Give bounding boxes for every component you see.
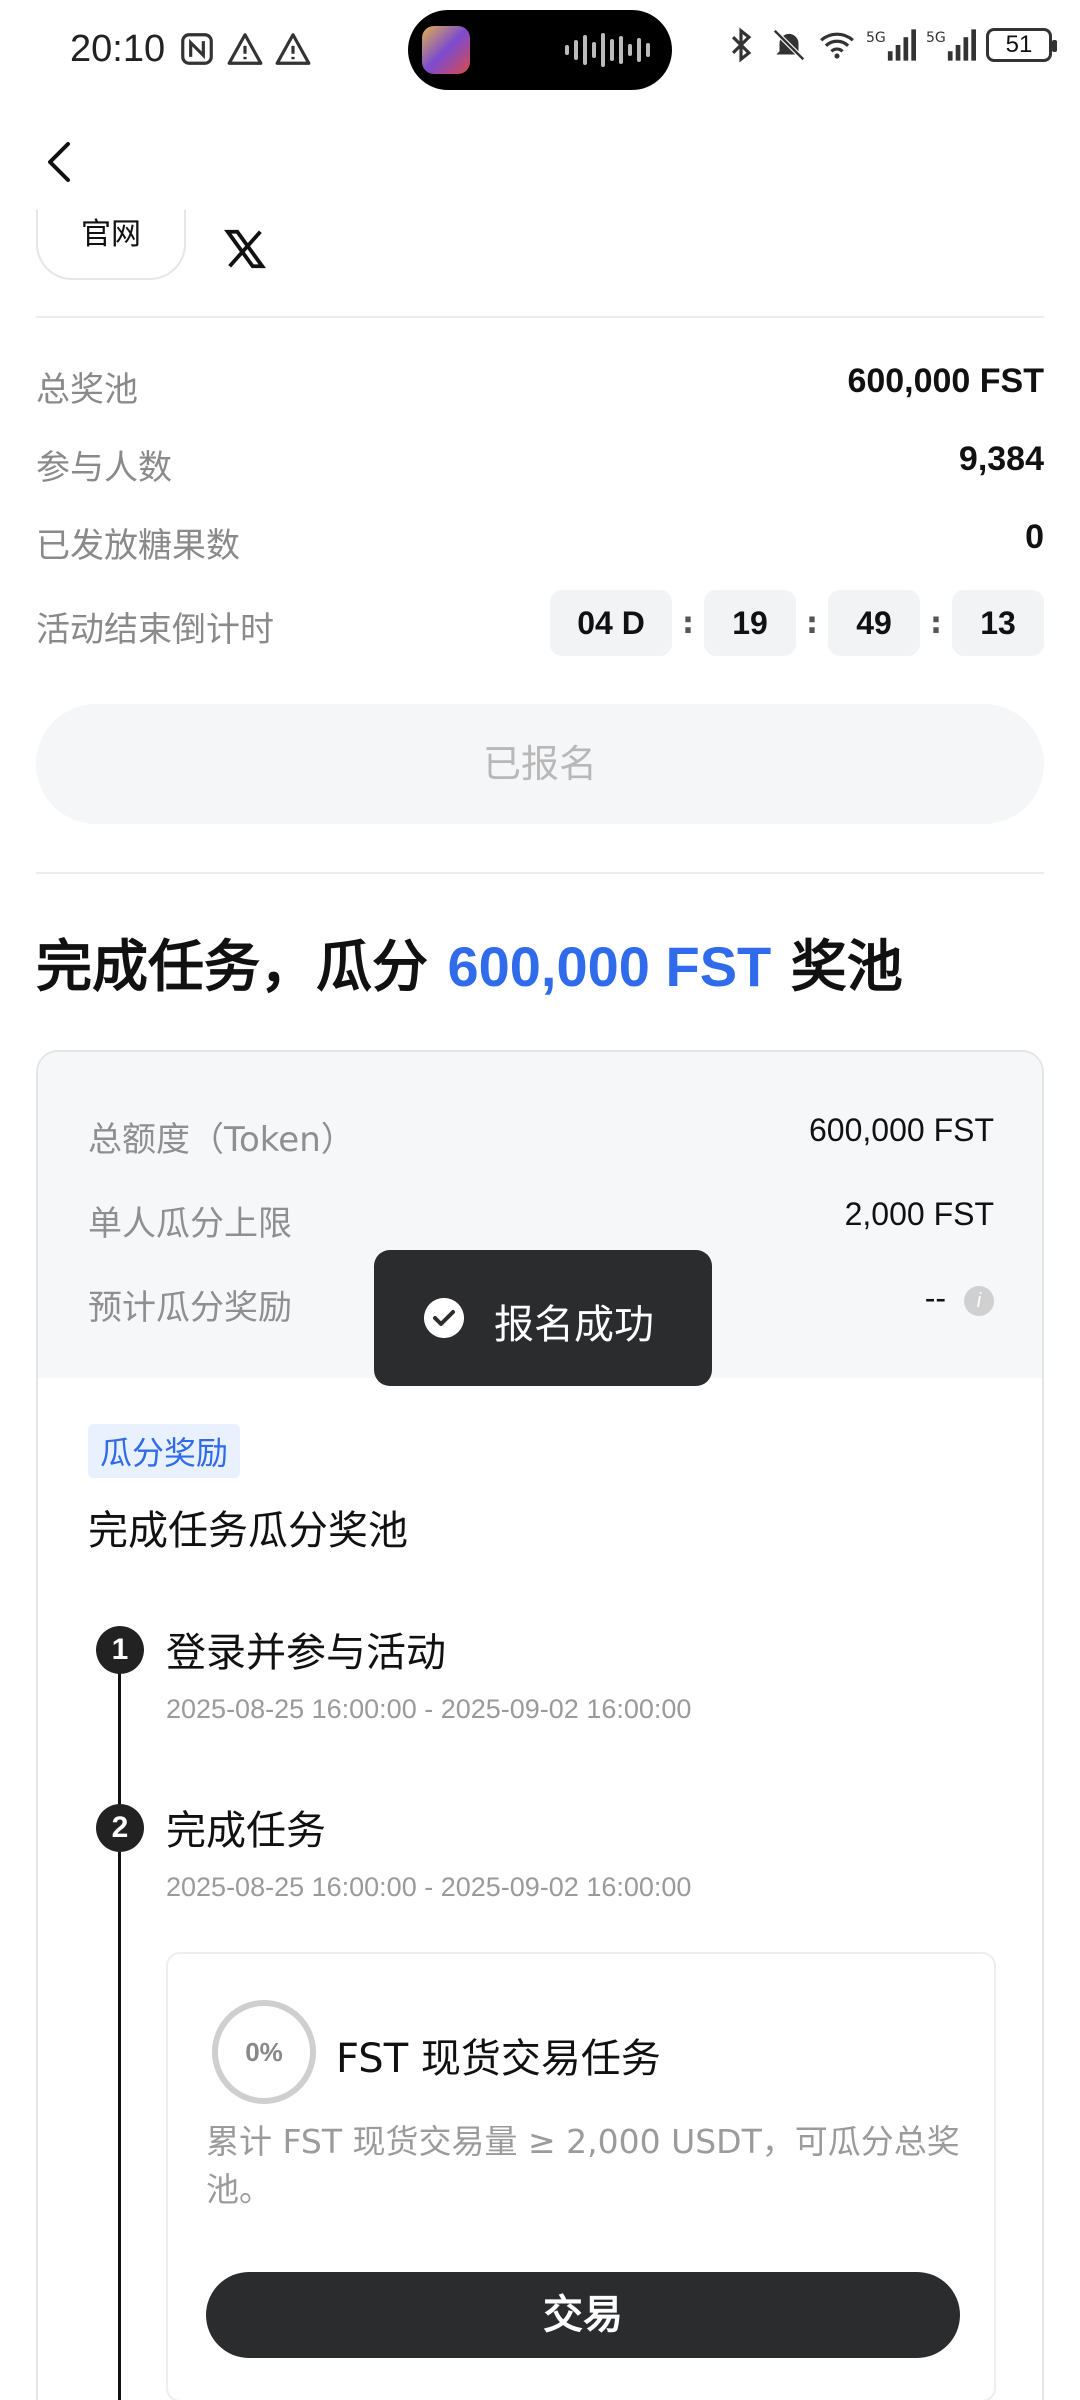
reward-badge: 瓜分奖励 [88, 1424, 241, 1478]
timeline-line [118, 1650, 121, 2400]
estimated-reward-value-wrap: -- i [925, 1280, 994, 1317]
total-pool-value: 600,000 FST [847, 362, 1044, 400]
countdown-separator: : [806, 605, 818, 641]
task-title: FST 现货交易任务 [336, 2036, 661, 2082]
divider [36, 872, 1044, 874]
participants-value: 9,384 [958, 440, 1044, 478]
countdown-separator: : [930, 605, 942, 641]
candy-issued-label: 已发放糖果数 [36, 526, 240, 566]
step-title: 完成任务 [166, 1808, 326, 1854]
wifi-icon [820, 32, 854, 59]
per-user-cap-value: 2,000 FST [844, 1196, 994, 1232]
status-left-icons [178, 30, 312, 68]
warning-icon [275, 33, 311, 65]
participants-row: 参与人数 9,384 [36, 430, 1044, 490]
countdown-hours: 19 [704, 590, 796, 656]
divider [36, 316, 1044, 318]
svg-text:5G: 5G [926, 30, 946, 46]
media-thumbnail [422, 26, 470, 74]
registered-button[interactable]: 已报名 [36, 704, 1044, 824]
warning-icon [227, 33, 263, 65]
official-site-button[interactable]: 官网 [36, 210, 186, 280]
candy-issued-value: 0 [1025, 518, 1044, 556]
step-time: 2025-08-25 16:00:00 - 2025-09-02 16:00:0… [166, 1694, 692, 1724]
signal-5g-icon: 5G [926, 29, 976, 61]
spot-trading-task-card: 0% FST 现货交易任务 累计 FST 现货交易量 ≥ 2,000 USDT，… [166, 1952, 996, 2400]
countdown-minutes: 49 [828, 590, 920, 656]
audio-wave-icon [565, 32, 650, 68]
progress-ring: 0% [212, 2000, 316, 2104]
dynamic-island[interactable] [408, 10, 672, 90]
estimated-reward-value: -- [924, 1280, 946, 1316]
candy-issued-row: 已发放糖果数 0 [36, 508, 1044, 568]
step-number: 2 [96, 1804, 144, 1852]
check-circle-icon [424, 1298, 464, 1338]
countdown-timer: 04 D : 19 : 49 : 13 [550, 590, 1044, 656]
toast-message: 报名成功 [494, 1302, 654, 1348]
info-icon[interactable]: i [964, 1285, 994, 1316]
reward-description: 完成任务瓜分奖池 [88, 1508, 408, 1554]
countdown-separator: : [682, 605, 694, 641]
countdown-row: 活动结束倒计时 04 D : 19 : 49 : 13 [36, 590, 1044, 656]
mute-bell-icon [773, 29, 805, 61]
per-user-cap-label: 单人瓜分上限 [88, 1204, 292, 1244]
x-twitter-icon[interactable] [222, 226, 268, 272]
countdown-seconds: 13 [952, 590, 1044, 656]
status-time: 20:10 [70, 28, 166, 70]
total-amount-value: 600,000 FST [809, 1112, 994, 1148]
social-links: 官网 [36, 210, 1044, 280]
countdown-days: 04 D [550, 590, 672, 656]
status-right-icons: 5G 5G 51 [722, 26, 1057, 64]
task-description: 累计 FST 现货交易量 ≥ 2,000 USDT，可瓜分总奖池。 [206, 2122, 960, 2209]
svg-text:5G: 5G [866, 30, 886, 46]
section-title-suffix: 奖池 [771, 935, 903, 1000]
signal-5g-icon: 5G [866, 29, 916, 61]
participants-label: 参与人数 [36, 448, 172, 488]
section-title-prefix: 完成任务，瓜分 [36, 935, 448, 1000]
section-title: 完成任务，瓜分 600,000 FST 奖池 [36, 922, 903, 1003]
total-pool-row: 总奖池 600,000 FST [36, 352, 1044, 412]
back-arrow-icon[interactable] [36, 126, 84, 198]
step-number: 1 [96, 1626, 144, 1674]
estimated-reward-label: 预计瓜分奖励 [88, 1288, 292, 1328]
total-pool-label: 总奖池 [36, 370, 138, 410]
countdown-label: 活动结束倒计时 [36, 610, 274, 650]
nfc-icon [181, 33, 213, 65]
battery-icon: 51 [986, 28, 1057, 62]
per-user-cap-row: 单人瓜分上限 2,000 FST [88, 1196, 994, 1246]
success-toast: 报名成功 [374, 1250, 712, 1386]
total-amount-row: 总额度（Token） 600,000 FST [88, 1112, 994, 1162]
step-time: 2025-08-25 16:00:00 - 2025-09-02 16:00:0… [166, 1872, 692, 1902]
section-title-highlight: 600,000 FST [447, 935, 772, 998]
trade-button[interactable]: 交易 [206, 2272, 960, 2358]
status-bar: 20:10 5G 5G 51 [0, 0, 1080, 100]
bluetooth-icon [731, 27, 752, 63]
step-title: 登录并参与活动 [166, 1630, 446, 1676]
total-amount-label: 总额度（Token） [88, 1120, 355, 1160]
